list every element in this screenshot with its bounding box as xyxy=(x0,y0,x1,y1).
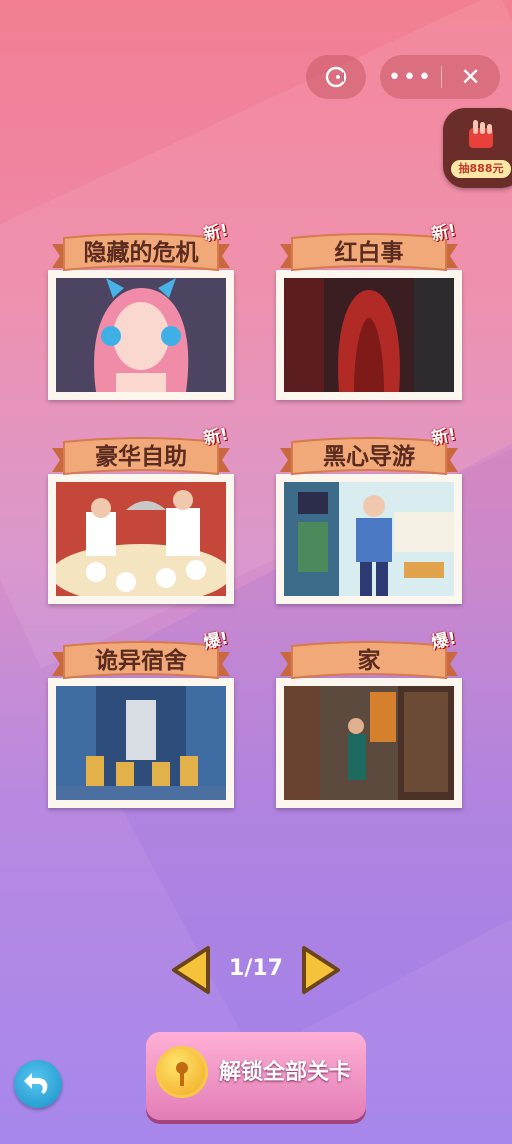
game-menu-button[interactable] xyxy=(306,55,366,99)
badge-label: 新! xyxy=(201,424,231,450)
back-button[interactable] xyxy=(14,1060,62,1108)
hot-badge: 爆! xyxy=(196,626,236,656)
badge-label: 新! xyxy=(429,424,459,450)
game-pie-icon xyxy=(325,66,347,88)
badge-label: 爆! xyxy=(429,628,459,654)
level-image xyxy=(56,482,226,596)
new-badge: 新! xyxy=(424,218,464,248)
new-badge: 新! xyxy=(424,422,464,452)
lottery-label: 抽888元 xyxy=(451,160,511,178)
level-card[interactable]: 家爆! xyxy=(276,629,462,820)
close-x-icon[interactable]: ✕ xyxy=(442,63,500,91)
level-image xyxy=(56,686,226,800)
level-card[interactable]: 隐藏的危机 新! xyxy=(48,221,234,412)
hot-badge: 爆! xyxy=(424,626,464,656)
unlock-all-levels-button[interactable]: 解锁全部关卡 xyxy=(146,1032,366,1120)
level-card[interactable]: 红白事 新! xyxy=(276,221,462,412)
pager: 1/17 xyxy=(0,942,512,998)
key-coin-icon xyxy=(156,1046,208,1098)
level-card[interactable]: 黑心导游 新! xyxy=(276,425,462,616)
level-image xyxy=(284,278,454,392)
back-arrow-icon xyxy=(24,1073,48,1094)
more-dots-icon[interactable]: ••• xyxy=(381,65,441,90)
next-page-arrow-icon[interactable] xyxy=(296,942,344,998)
level-image xyxy=(56,278,226,392)
badge-label: 爆! xyxy=(201,628,231,654)
new-badge: 新! xyxy=(196,422,236,452)
level-card[interactable]: 诡异宿舍 爆! xyxy=(48,629,234,820)
badge-label: 新! xyxy=(429,220,459,246)
page-indicator: 1/17 xyxy=(229,956,283,981)
level-image xyxy=(284,686,454,800)
level-card[interactable]: 豪华自助 新! xyxy=(48,425,234,616)
unlock-label: 解锁全部关卡 xyxy=(218,1060,351,1085)
prev-page-arrow-icon[interactable] xyxy=(168,942,216,998)
capsule-menu: ••• ✕ xyxy=(380,55,500,99)
badge-label: 新! xyxy=(201,220,231,246)
new-badge: 新! xyxy=(196,218,236,248)
hand-icon xyxy=(469,120,493,148)
lottery-button[interactable]: 抽888元 xyxy=(443,108,512,188)
level-image xyxy=(284,482,454,596)
